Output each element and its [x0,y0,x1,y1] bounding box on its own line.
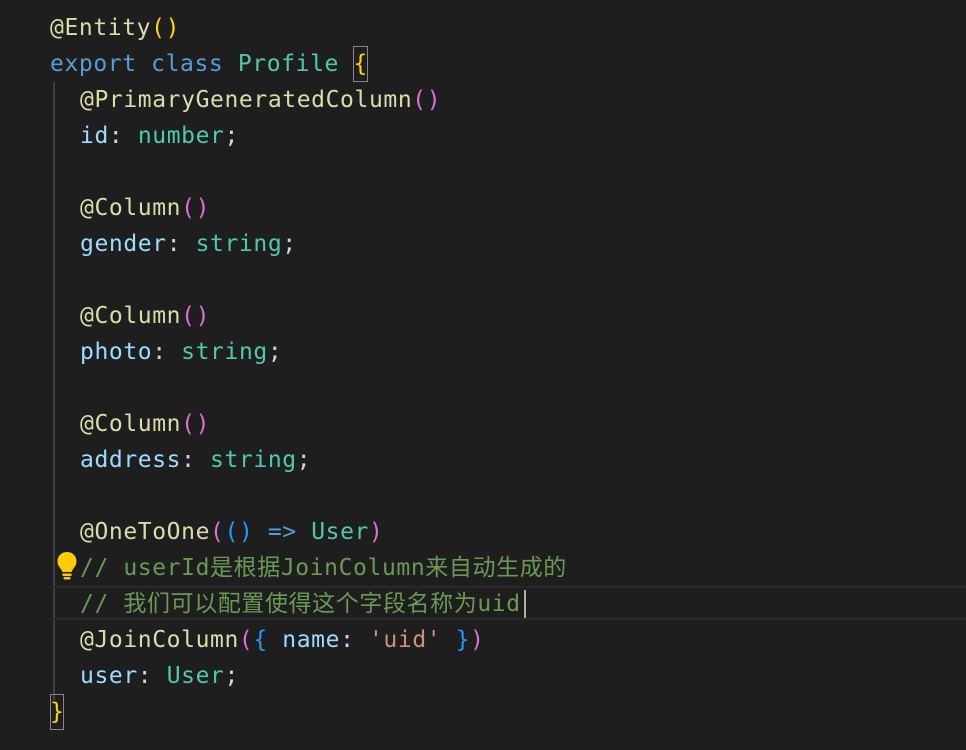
class-name-token: User [166,663,225,689]
property-token: gender [80,231,167,257]
code-line-16[interactable]: // userId是根据JoinColumn来自动生成的 [80,550,567,586]
code-line-13[interactable]: address: string; [80,442,311,478]
class-name-token: User [311,519,369,545]
bracket-token: ( [238,627,254,653]
code-line-17[interactable]: // 我们可以配置使得这个字段名称为uid [80,586,521,622]
bracket-token: ) [470,627,485,653]
punctuation-token: ; [224,123,239,149]
code-line-7[interactable]: gender: string; [80,226,297,262]
type-token: number [137,123,225,149]
property-token: name [282,627,341,653]
type-token: string [181,339,268,365]
bracket-token: ) [195,195,211,221]
bracket-token: ( [181,303,196,329]
lightbulb-icon[interactable] [56,551,78,581]
punctuation-token: ; [224,663,239,689]
decorator-token: @OneToOne [80,519,211,545]
class-name-token: Profile [237,51,339,77]
open-brace-token: { [353,46,368,82]
bracket-token: ( [224,519,239,545]
text-cursor [524,590,526,618]
bracket-token: { [253,627,268,653]
decorator-token: @Column [80,411,182,437]
bracket-token: ( [210,519,225,545]
decorator-token: @JoinColumn [80,627,239,653]
type-token: string [210,447,297,473]
bracket-token: ) [368,519,384,545]
bracket-token: ( [181,195,196,221]
keyword-token: export [50,51,137,77]
comment-token: // 我们可以配置使得这个字段名称为uid [80,591,521,617]
arrow-operator-token: => [253,519,312,545]
bracket-token: ) [165,15,181,41]
code-line-18[interactable]: @JoinColumn({ name: 'uid' }) [80,622,485,658]
close-brace-token: } [50,694,65,730]
bracket-token: ( [181,411,196,437]
punctuation-token: : [166,231,196,257]
decorator-token: @Column [80,303,182,329]
property-token: photo [80,339,153,365]
code-line-10[interactable]: photo: string; [80,334,282,370]
comment-token: // userId是根据JoinColumn来自动生成的 [80,555,567,581]
punctuation-token: : [137,663,167,689]
punctuation-token: : [108,123,138,149]
bracket-token: ) [426,87,442,113]
punctuation-token: : [340,627,369,653]
code-line-4[interactable]: id: number; [80,118,239,154]
code-line-19[interactable]: user: User; [80,658,239,694]
code-line-9[interactable]: @Column() [80,298,210,334]
code-editor[interactable]: @Entity() export class Profile { @Primar… [0,0,966,750]
bracket-token: ) [195,411,211,437]
punctuation-token: ; [267,339,283,365]
code-line-3[interactable]: @PrimaryGeneratedColumn() [80,82,441,118]
decorator-token: @Column [80,195,182,221]
code-line-2[interactable]: export class Profile { [50,46,368,82]
type-token: string [195,231,283,257]
bracket-token: } [455,627,471,653]
code-line-20[interactable]: } [50,694,65,730]
decorator-token: @Entity [50,15,152,41]
decorator-token: @PrimaryGeneratedColumn [80,87,413,113]
punctuation-token: : [181,447,211,473]
punctuation-token: : [152,339,182,365]
bracket-token: ) [195,303,211,329]
code-line-15[interactable]: @OneToOne(() => User) [80,514,383,550]
code-line-12[interactable]: @Column() [80,406,210,442]
bracket-token: ) [238,519,254,545]
punctuation-token: ; [296,447,312,473]
property-token: address [80,447,182,473]
string-token: 'uid' [368,627,442,653]
code-line-1[interactable]: @Entity() [50,10,180,46]
property-token: id [80,123,109,149]
property-token: user [80,663,138,689]
bracket-token: ( [151,15,166,41]
keyword-token: class [151,51,224,77]
punctuation-token: ; [282,231,297,257]
bracket-token: ( [412,87,427,113]
code-line-6[interactable]: @Column() [80,190,210,226]
